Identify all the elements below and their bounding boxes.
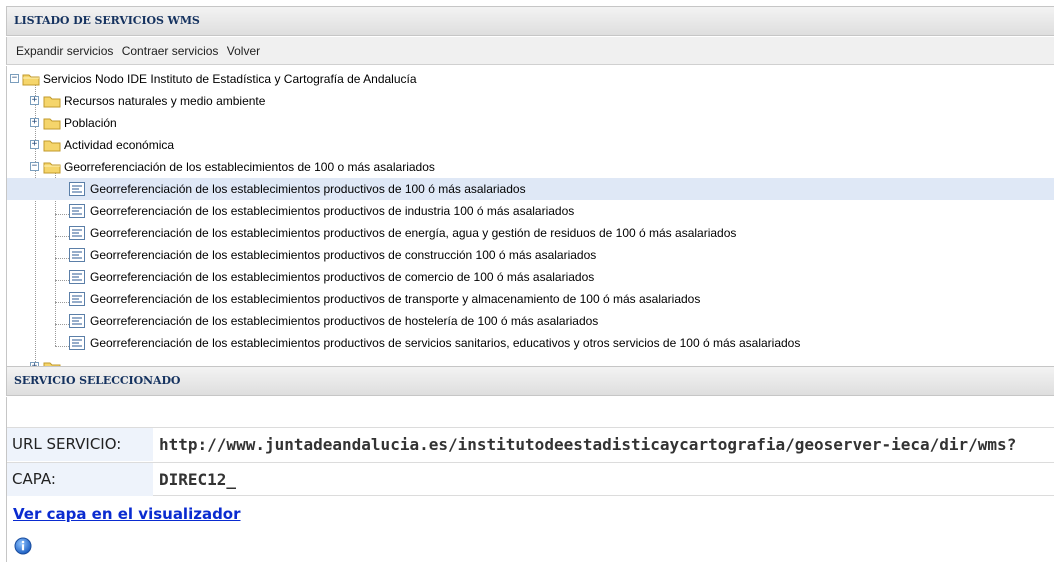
view-layer-link[interactable]: Ver capa en el visualizador [13, 505, 241, 523]
plus-icon[interactable]: + [30, 140, 39, 149]
layer-label: Georreferenciación de los establecimient… [90, 270, 595, 284]
layer-label: Georreferenciación de los establecimient… [90, 226, 737, 240]
folder-icon [22, 74, 40, 86]
info-icon[interactable] [14, 537, 32, 555]
service-url-row: URL SERVICIO: http://www.juntadeandaluci… [7, 427, 1054, 461]
layer-label: Georreferenciación de los establecimient… [90, 248, 597, 262]
service-tree[interactable]: − Servicios Nodo IDE Instituto de Estadí… [6, 66, 1054, 366]
folder-icon [43, 118, 61, 130]
layer-row: CAPA: DIREC12_ [7, 462, 1054, 496]
tree-layer-item[interactable]: Georreferenciación de los establecimient… [7, 178, 1054, 200]
list-panel-title: LISTADO DE SERVICIOS WMS [6, 6, 1054, 36]
tree-layer-item[interactable]: Georreferenciación de los establecimient… [7, 200, 1054, 222]
layer-name-value: DIREC12_ [159, 470, 237, 489]
layer-icon [69, 204, 85, 218]
tree-layer-item[interactable]: Georreferenciación de los establecimient… [7, 310, 1054, 332]
tree-group-georreferenciacion[interactable]: − Georreferenciación de los establecimie… [7, 156, 1054, 178]
plus-icon[interactable]: + [30, 118, 39, 127]
collapse-services-button[interactable]: Contraer servicios [122, 44, 219, 58]
selected-service-panel: URL SERVICIO: http://www.juntadeandaluci… [6, 397, 1054, 562]
layer-name-label: CAPA: [7, 463, 153, 496]
layer-label: Georreferenciación de los establecimient… [90, 336, 801, 350]
layer-icon [69, 336, 85, 350]
tree-group-label: Georreferenciación de los establecimient… [64, 160, 435, 174]
tree-layer-item[interactable]: Georreferenciación de los establecimient… [7, 332, 1054, 354]
back-button[interactable]: Volver [227, 44, 260, 58]
layer-icon [69, 270, 85, 284]
toolbar: Expandir servicios Contraer servicios Vo… [6, 37, 1054, 65]
service-url-label: URL SERVICIO: [7, 428, 153, 461]
layer-icon [69, 226, 85, 240]
folder-icon [43, 140, 61, 152]
tree-layer-item[interactable]: Georreferenciación de los establecimient… [7, 244, 1054, 266]
layer-icon [69, 292, 85, 306]
tree-layer-item[interactable]: Georreferenciación de los establecimient… [7, 222, 1054, 244]
layer-icon [69, 182, 85, 196]
tree-group-actividad[interactable]: + Actividad económica [7, 134, 1054, 156]
service-url-value: http://www.juntadeandalucia.es/instituto… [159, 435, 1017, 454]
layer-label: Georreferenciación de los establecimient… [90, 292, 701, 306]
tree-group-poblacion[interactable]: + Población [7, 112, 1054, 134]
selected-panel-title: SERVICIO SELECCIONADO [6, 366, 1054, 396]
tree-group-partial[interactable]: + [7, 356, 1054, 366]
tree-root-node[interactable]: − Servicios Nodo IDE Instituto de Estadí… [7, 68, 1054, 90]
tree-root-label: Servicios Nodo IDE Instituto de Estadíst… [43, 72, 417, 86]
tree-group-label: Recursos naturales y medio ambiente [64, 94, 266, 108]
layer-label: Georreferenciación de los establecimient… [90, 182, 526, 196]
tree-layer-item[interactable]: Georreferenciación de los establecimient… [7, 266, 1054, 288]
tree-layer-item[interactable]: Georreferenciación de los establecimient… [7, 288, 1054, 310]
folder-icon [43, 96, 61, 108]
minus-icon[interactable]: − [10, 74, 19, 83]
tree-group-label: Población [64, 116, 117, 130]
tree-group-label: Actividad económica [64, 138, 175, 152]
plus-icon[interactable]: + [30, 96, 39, 105]
tree-group-recursos[interactable]: + Recursos naturales y medio ambiente [7, 90, 1054, 112]
layer-label: Georreferenciación de los establecimient… [90, 204, 575, 218]
folder-icon [43, 162, 61, 174]
expand-services-button[interactable]: Expandir servicios [16, 44, 113, 58]
minus-icon[interactable]: − [30, 162, 39, 171]
layer-label: Georreferenciación de los establecimient… [90, 314, 599, 328]
layer-icon [69, 314, 85, 328]
layer-icon [69, 248, 85, 262]
